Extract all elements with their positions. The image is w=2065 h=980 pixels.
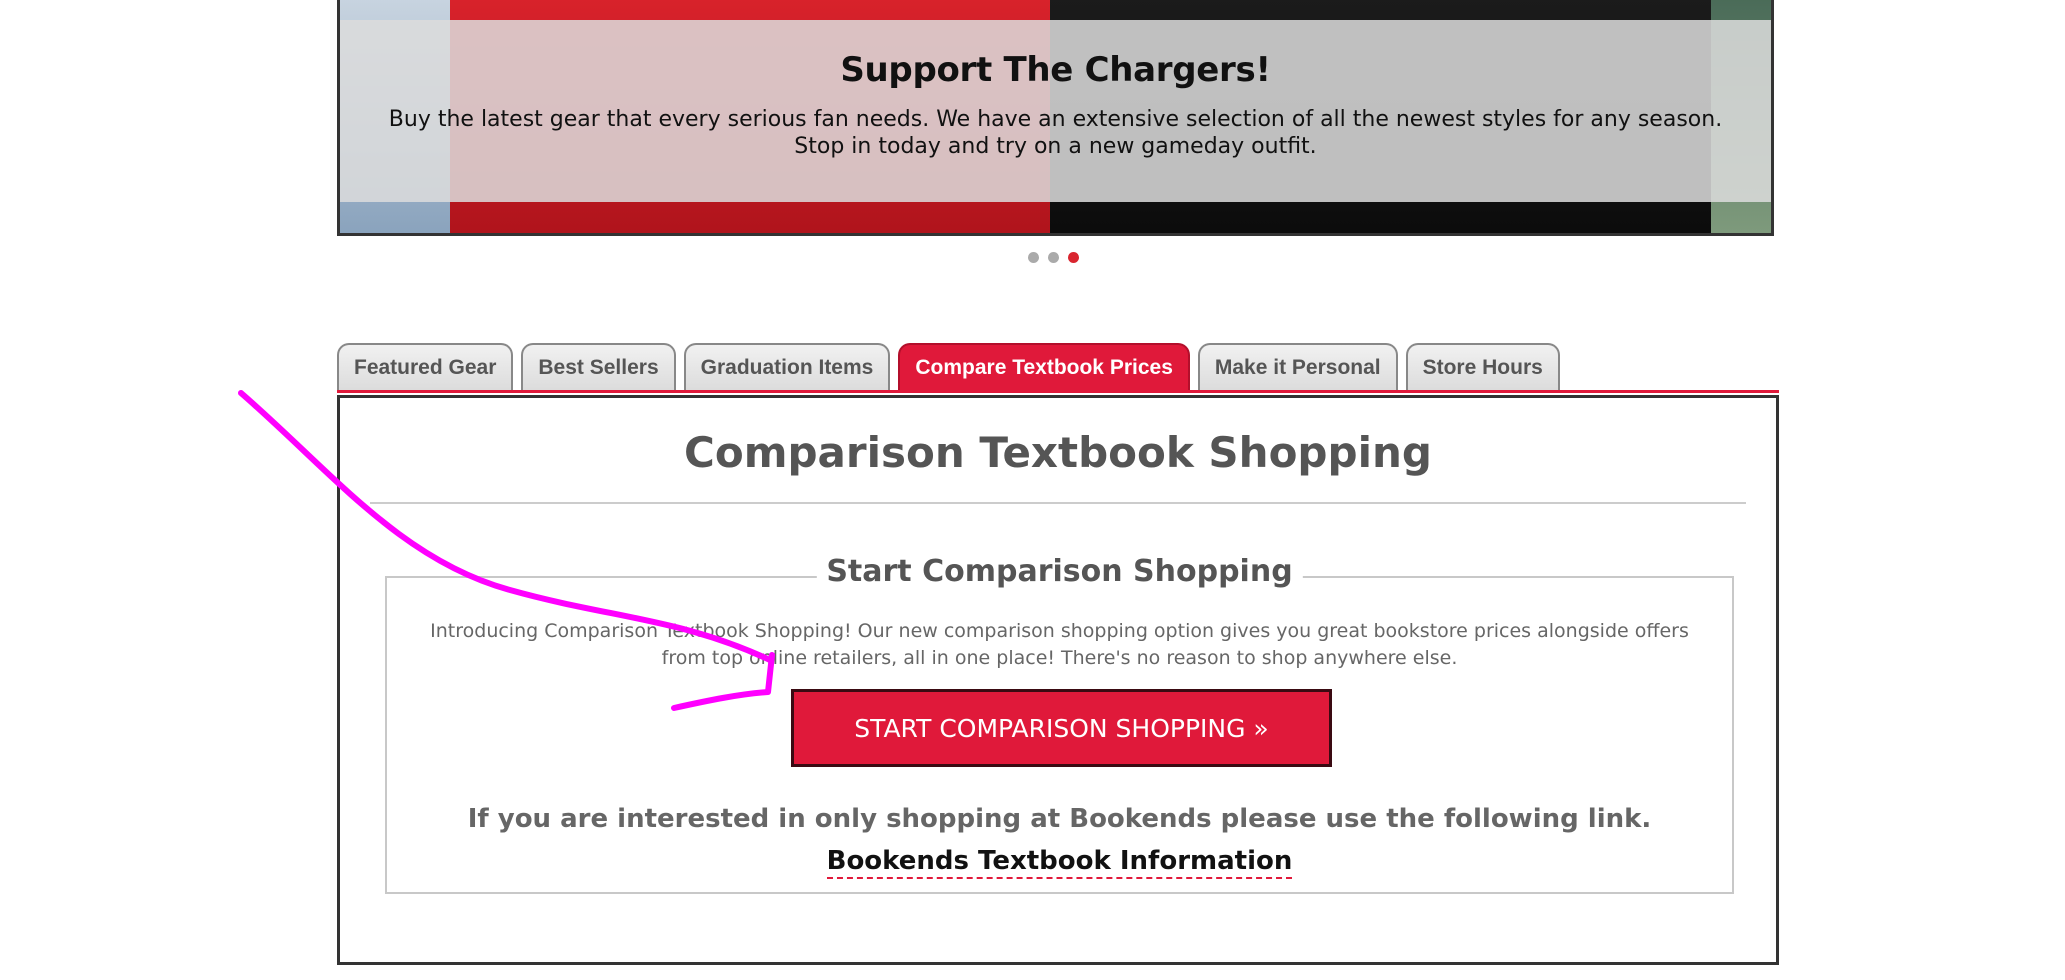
bookends-note: If you are interested in only shopping a… [467, 804, 1652, 834]
hero-text: Buy the latest gear that every serious f… [388, 107, 1723, 159]
panel-title: Comparison Textbook Shopping [684, 428, 1432, 477]
intro-text: Introducing Comparison Textbook Shopping… [430, 620, 1689, 669]
start-comparison-shopping-button[interactable]: START COMPARISON SHOPPING » [791, 689, 1332, 767]
tab-make-it-personal[interactable]: Make it Personal [1197, 343, 1398, 390]
tab-graduation-items[interactable]: Graduation Items [683, 343, 891, 390]
fieldset-legend: Start Comparison Shopping [816, 554, 1303, 589]
tab-best-sellers[interactable]: Best Sellers [521, 343, 676, 390]
tab-underline [337, 390, 1779, 393]
tab-compare-textbook-prices[interactable]: Compare Textbook Prices [898, 343, 1190, 390]
divider [370, 502, 1746, 504]
carousel-dot-1[interactable] [1028, 252, 1039, 263]
bookends-link-wrap: Bookends Textbook Information [387, 846, 1732, 879]
carousel-dot-2[interactable] [1048, 252, 1059, 263]
hero-carousel: Support The Chargers! Buy the latest gea… [337, 0, 1774, 236]
tab-panel: Comparison Textbook Shopping Start Compa… [337, 395, 1779, 965]
tab-store-hours[interactable]: Store Hours [1405, 343, 1560, 390]
bookends-textbook-info-link[interactable]: Bookends Textbook Information [826, 846, 1293, 879]
carousel-dots [1028, 252, 1079, 263]
hero-caption: Support The Chargers! Buy the latest gea… [340, 20, 1771, 202]
carousel-dot-3[interactable] [1068, 252, 1079, 263]
tab-bar: Featured Gear Best Sellers Graduation It… [337, 343, 1560, 390]
tab-featured-gear[interactable]: Featured Gear [337, 343, 514, 390]
comparison-fieldset: Start Comparison Shopping Introducing Co… [385, 554, 1734, 894]
hero-title: Support The Chargers! [840, 50, 1271, 90]
